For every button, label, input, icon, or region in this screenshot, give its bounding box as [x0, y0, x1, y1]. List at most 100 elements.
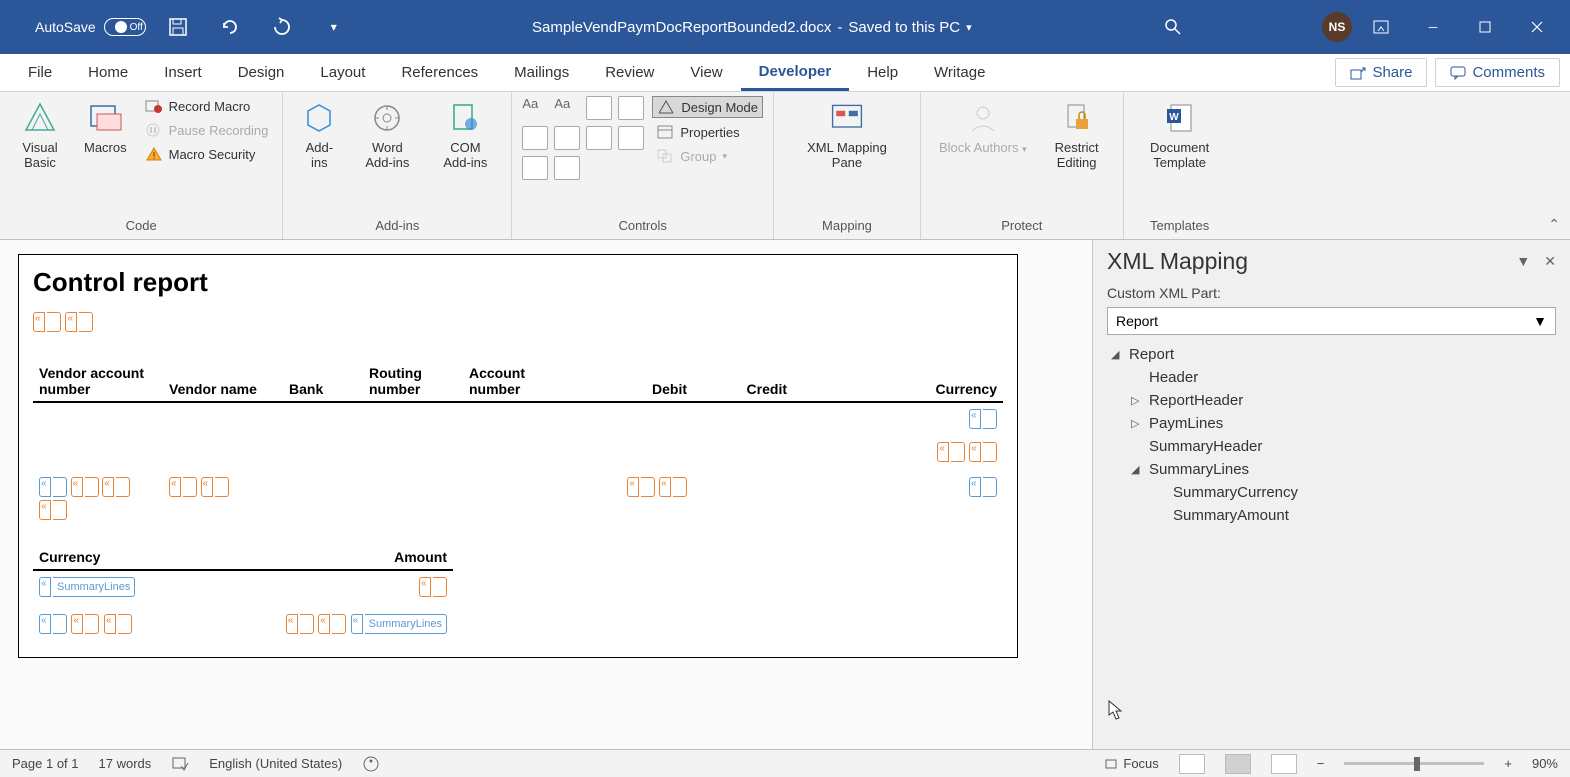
tree-node-summarylines[interactable]: SummaryLines — [1107, 458, 1556, 481]
com-addins-button[interactable]: COM Add-ins — [429, 96, 501, 174]
read-mode-icon[interactable] — [1179, 754, 1205, 774]
tree-node-summarycurrency[interactable]: SummaryCurrency — [1107, 481, 1556, 504]
tab-mailings[interactable]: Mailings — [496, 56, 587, 89]
xml-mapping-pane-button[interactable]: XML Mapping Pane — [784, 96, 910, 174]
tab-design[interactable]: Design — [220, 56, 303, 89]
tab-home[interactable]: Home — [70, 56, 146, 89]
zoom-out-icon[interactable]: − — [1317, 756, 1325, 771]
content-control[interactable] — [419, 577, 447, 597]
redo-icon[interactable] — [270, 15, 294, 39]
legacy-tools-icon[interactable] — [554, 156, 580, 180]
language-indicator[interactable]: English (United States) — [209, 756, 342, 771]
design-mode-button[interactable]: Design Mode — [652, 96, 763, 118]
content-control[interactable] — [102, 477, 130, 497]
content-control[interactable] — [969, 409, 997, 429]
tab-writage[interactable]: Writage — [916, 56, 1003, 89]
tree-node-report[interactable]: Report — [1107, 343, 1556, 366]
repeating-control-icon[interactable] — [522, 156, 548, 180]
buildingblock-control-icon[interactable] — [618, 96, 644, 120]
content-control[interactable] — [33, 312, 61, 332]
content-control[interactable] — [104, 614, 132, 634]
dropdown-control-icon[interactable] — [586, 126, 612, 150]
tab-layout[interactable]: Layout — [302, 56, 383, 89]
undo-icon[interactable] — [218, 15, 242, 39]
save-icon[interactable] — [166, 15, 190, 39]
comments-button[interactable]: Comments — [1435, 58, 1560, 87]
content-control[interactable] — [969, 442, 997, 462]
restrict-editing-button[interactable]: Restrict Editing — [1041, 96, 1113, 174]
pane-options-icon[interactable]: ▼ — [1516, 253, 1530, 270]
summarylines-control[interactable]: SummaryLines — [39, 577, 135, 597]
tree-node-paymlines[interactable]: PaymLines — [1107, 412, 1556, 435]
pause-recording-button: Pause Recording — [141, 120, 273, 140]
spellcheck-icon[interactable] — [171, 756, 189, 772]
tab-review[interactable]: Review — [587, 56, 672, 89]
content-control[interactable] — [71, 614, 99, 634]
content-control[interactable] — [659, 477, 687, 497]
zoom-in-icon[interactable]: + — [1504, 756, 1512, 771]
tree-node-header[interactable]: Header — [1107, 366, 1556, 389]
macro-security-button[interactable]: ! Macro Security — [141, 144, 273, 164]
record-macro-button[interactable]: Record Macro — [141, 96, 273, 116]
maximize-icon[interactable] — [1462, 11, 1508, 43]
ribbon-display-icon[interactable] — [1358, 11, 1404, 43]
tree-node-reportheader[interactable]: ReportHeader — [1107, 389, 1556, 412]
picture-control-icon[interactable] — [586, 96, 612, 120]
collapse-ribbon-icon[interactable]: ⌃ — [1548, 216, 1560, 233]
web-layout-icon[interactable] — [1271, 754, 1297, 774]
content-control[interactable] — [969, 477, 997, 497]
tree-node-summaryheader[interactable]: SummaryHeader — [1107, 435, 1556, 458]
content-control[interactable] — [937, 442, 965, 462]
word-addins-button[interactable]: Word Add-ins — [351, 96, 423, 174]
controls-group-label: Controls — [522, 214, 763, 239]
richtext-control-icon[interactable]: Aa — [522, 96, 548, 120]
combobox-control-icon[interactable] — [554, 126, 580, 150]
user-avatar[interactable]: NS — [1322, 12, 1352, 42]
autosave-toggle[interactable]: AutoSave Off — [35, 18, 146, 36]
tab-references[interactable]: References — [383, 56, 496, 89]
checkbox-control-icon[interactable] — [522, 126, 548, 150]
word-count[interactable]: 17 words — [99, 756, 152, 771]
search-icon[interactable] — [1150, 11, 1196, 43]
macros-button[interactable]: Macros — [76, 96, 135, 159]
tab-insert[interactable]: Insert — [146, 56, 220, 89]
focus-mode-button[interactable]: Focus — [1103, 756, 1158, 771]
tab-file[interactable]: File — [10, 56, 70, 89]
tab-help[interactable]: Help — [849, 56, 916, 89]
content-control[interactable] — [201, 477, 229, 497]
zoom-level[interactable]: 90% — [1532, 756, 1558, 771]
content-control[interactable] — [318, 614, 346, 634]
pane-close-icon[interactable]: ✕ — [1544, 253, 1556, 270]
close-icon[interactable] — [1514, 11, 1560, 43]
accessibility-icon[interactable] — [362, 756, 380, 772]
plaintext-control-icon[interactable]: Aa — [554, 96, 580, 120]
share-button[interactable]: Share — [1335, 58, 1427, 87]
properties-button[interactable]: Properties — [652, 122, 763, 142]
content-control[interactable] — [169, 477, 197, 497]
custom-xml-select[interactable]: Report ▼ — [1107, 307, 1556, 335]
visual-basic-button[interactable]: Visual Basic — [10, 96, 70, 174]
content-control[interactable] — [627, 477, 655, 497]
th-debit: Debit — [563, 361, 693, 402]
content-control[interactable] — [71, 477, 99, 497]
minimize-icon[interactable]: ─ — [1410, 11, 1456, 43]
tab-developer[interactable]: Developer — [741, 55, 850, 91]
content-control[interactable] — [65, 312, 93, 332]
document-template-button[interactable]: W Document Template — [1134, 96, 1226, 174]
content-control[interactable] — [286, 614, 314, 634]
print-layout-icon[interactable] — [1225, 754, 1251, 774]
content-control[interactable] — [39, 477, 67, 497]
document-area[interactable]: Control report Vendor account number Ven… — [0, 240, 1092, 749]
th-summary-currency: Currency — [33, 545, 280, 570]
addins-button[interactable]: Add-ins — [293, 96, 345, 174]
summarylines-control[interactable]: SummaryLines — [351, 614, 447, 634]
page-indicator[interactable]: Page 1 of 1 — [12, 756, 79, 771]
tab-view[interactable]: View — [672, 56, 740, 89]
zoom-slider[interactable] — [1344, 762, 1484, 765]
qat-customize-icon[interactable]: ▾ — [322, 15, 346, 39]
date-control-icon[interactable] — [618, 126, 644, 150]
content-control[interactable] — [39, 500, 67, 520]
tree-node-summaryamount[interactable]: SummaryAmount — [1107, 504, 1556, 527]
content-control[interactable] — [39, 614, 67, 634]
warning-icon: ! — [145, 146, 163, 162]
